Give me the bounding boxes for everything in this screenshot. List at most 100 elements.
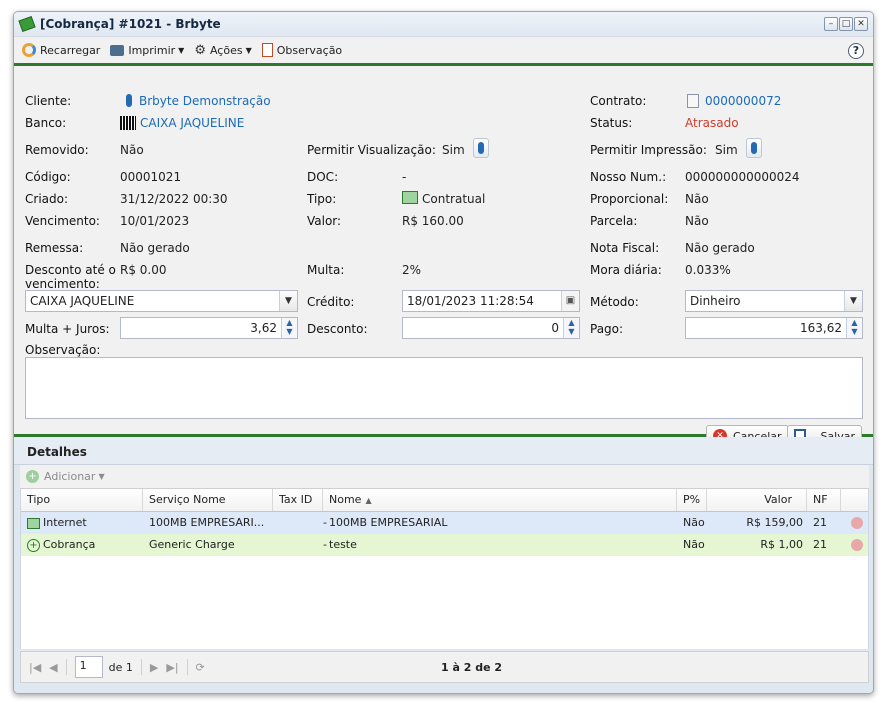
page-count: de 1	[108, 660, 133, 674]
row-delete-button[interactable]	[845, 512, 863, 534]
perm-vis-toggle-button[interactable]	[473, 138, 489, 158]
refresh-icon[interactable]: ⟳	[196, 661, 205, 674]
nosso-num-label: Nosso Num.:	[590, 170, 667, 184]
remessa-value: Não gerado	[120, 241, 190, 255]
pago-stepper[interactable]: 163,62 ▲ ▼	[685, 317, 863, 339]
calendar-icon[interactable]: ▣	[561, 291, 579, 311]
pagination-bar: |◀ ◀ 1 de 1 ▶ ▶| ⟳ 1 à 2 de 2	[20, 651, 869, 683]
banco-select-value: CAIXA JAQUELINE	[30, 294, 135, 308]
desconto-stepper[interactable]: 0 ▲ ▼	[402, 317, 580, 339]
metodo-select[interactable]: Dinheiro ▼	[685, 290, 863, 312]
toolbar: Recarregar Imprimir ▼ ⚙ Ações ▼ Observaç…	[14, 36, 873, 66]
desconto-ate-value: R$ 0.00	[120, 263, 167, 277]
remessa-label: Remessa:	[25, 241, 84, 255]
contrato-label: Contrato:	[590, 94, 647, 108]
pager-summary: 1 à 2 de 2	[441, 660, 503, 674]
gears-icon: ⚙	[194, 42, 206, 58]
user-icon	[478, 142, 484, 154]
row-nome: 100MB EMPRESARIAL	[329, 516, 448, 529]
help-icon[interactable]: ?	[848, 43, 864, 59]
vencimento-value: 10/01/2023	[120, 214, 190, 228]
nota-fiscal-label: Nota Fiscal:	[590, 241, 660, 255]
banco-select[interactable]: CAIXA JAQUELINE ▼	[25, 290, 298, 312]
row-tipo: Cobrança	[43, 538, 96, 551]
monitor-icon	[27, 517, 40, 529]
close-button[interactable]: ✕	[854, 17, 868, 31]
banco-link[interactable]: CAIXA JAQUELINE	[140, 116, 244, 130]
criado-value: 31/12/2022 00:30	[120, 192, 228, 206]
spinner-icon[interactable]: ▲ ▼	[563, 318, 579, 338]
print-button[interactable]: Imprimir ▼	[110, 44, 184, 57]
col-nome[interactable]: Nome ▲	[323, 489, 677, 511]
credito-date-field[interactable]: 18/01/2023 11:28:54 ▣	[402, 290, 580, 312]
row-nf: 21	[813, 516, 827, 529]
printer-icon	[110, 44, 125, 56]
observacao-textarea[interactable]	[25, 357, 863, 419]
codigo-value: 00001021	[120, 170, 182, 184]
prev-page-icon[interactable]: ◀	[49, 661, 57, 674]
valor-label: Valor:	[307, 214, 342, 228]
contrato-link[interactable]: 0000000072	[705, 94, 781, 108]
reload-label: Recarregar	[40, 43, 101, 57]
credito-label: Crédito:	[307, 295, 355, 309]
col-tax-id[interactable]: Tax ID	[273, 489, 323, 511]
multa-juros-stepper[interactable]: 3,62 ▲ ▼	[120, 317, 298, 339]
chevron-down-icon: ▼	[178, 45, 185, 55]
add-button[interactable]: Adicionar	[44, 470, 95, 483]
cliente-link[interactable]: Brbyte Demonstração	[139, 94, 271, 108]
minimize-button[interactable]: –	[824, 17, 838, 31]
chevron-down-icon[interactable]: ▼	[844, 291, 862, 311]
row-servico: Generic Charge	[149, 538, 235, 551]
reload-button[interactable]: Recarregar	[22, 43, 100, 57]
actions-button[interactable]: ⚙ Ações ▼	[194, 43, 251, 58]
col-nf[interactable]: NF	[807, 489, 841, 511]
parcela-label: Parcela:	[590, 214, 638, 228]
add-icon: +	[26, 470, 39, 483]
perm-imp-toggle-button[interactable]	[746, 138, 762, 158]
col-servico-nome[interactable]: Serviço Nome	[143, 489, 273, 511]
table-row[interactable]: + Cobrança Generic Charge - teste Não R$ …	[21, 534, 868, 556]
user-icon	[126, 94, 132, 107]
multa-label: Multa:	[307, 263, 345, 277]
multa-juros-label: Multa + Juros:	[25, 322, 110, 336]
page-number-input[interactable]: 1	[74, 656, 103, 678]
table-row[interactable]: Internet 100MB EMPRESARI... - 100MB EMPR…	[21, 512, 868, 534]
perm-imp-label: Permitir Impressão:	[590, 143, 707, 157]
codigo-label: Código:	[25, 170, 71, 184]
note-button[interactable]: Observação	[261, 43, 343, 57]
billing-form: Cliente: Brbyte Demonstração Contrato: 0…	[14, 66, 873, 447]
row-tipo-cell: + Cobrança	[21, 534, 95, 556]
desconto-ate-label-2: vencimento:	[25, 277, 100, 291]
spinner-icon[interactable]: ▲ ▼	[281, 318, 297, 338]
col-tipo[interactable]: Tipo	[21, 489, 143, 511]
last-page-icon[interactable]: ▶|	[166, 661, 178, 674]
next-page-icon[interactable]: ▶	[150, 661, 158, 674]
row-nome: teste	[329, 538, 357, 551]
removido-value: Não	[120, 143, 144, 157]
tipo-value: Contratual	[422, 192, 486, 206]
maximize-button[interactable]: □	[839, 17, 853, 31]
row-nf: 21	[813, 538, 827, 551]
row-delete-button[interactable]	[845, 534, 863, 556]
divider	[186, 659, 188, 675]
pago-label: Pago:	[590, 322, 624, 336]
col-p[interactable]: P%	[677, 489, 707, 511]
details-toolbar: + Adicionar ▼	[20, 465, 869, 489]
col-nome-label: Nome	[329, 493, 362, 506]
col-valor[interactable]: Valor	[707, 489, 807, 511]
first-page-icon[interactable]: |◀	[29, 661, 41, 674]
contract-icon	[687, 94, 699, 108]
perm-vis-value: Sim	[442, 143, 465, 157]
row-tipo: Internet	[43, 516, 87, 529]
note-label: Observação	[276, 43, 343, 57]
chevron-down-icon[interactable]: ▼	[279, 291, 297, 311]
vencimento-label: Vencimento:	[25, 214, 100, 228]
pago-value: 163,62	[800, 321, 842, 335]
row-p: Não	[683, 538, 705, 551]
valor-value: R$ 160.00	[402, 214, 464, 228]
col-actions	[841, 489, 870, 511]
spinner-icon[interactable]: ▲ ▼	[846, 318, 862, 338]
details-grid: Tipo Serviço Nome Tax ID Nome ▲ P% Valor …	[20, 489, 869, 649]
details-panel: Detalhes + Adicionar ▼ Tipo Serviço Nome…	[14, 437, 873, 693]
multa-value: 2%	[402, 263, 422, 277]
